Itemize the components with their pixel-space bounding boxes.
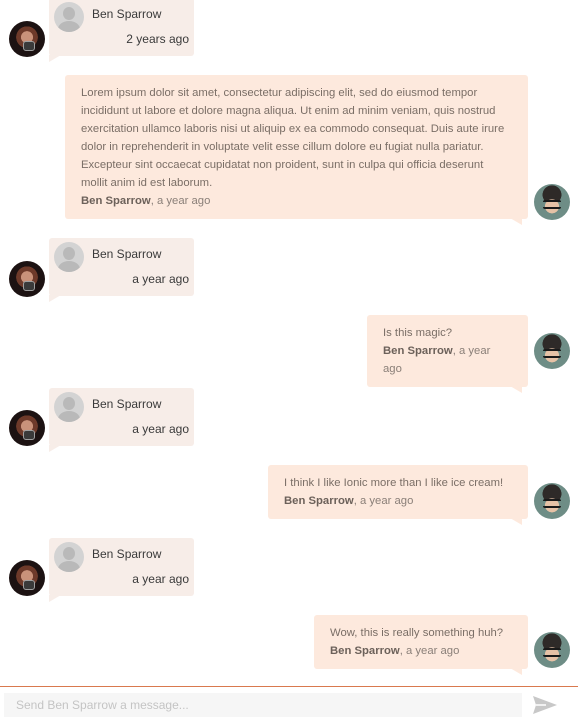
message-time: , a year ago xyxy=(399,645,460,657)
sender-name: Ben Sparrow xyxy=(92,547,162,561)
message-meta: Ben Sparrow, a year ago xyxy=(81,192,512,210)
send-button[interactable] xyxy=(530,693,560,717)
message-text: Is this magic? xyxy=(383,327,453,339)
message-composer xyxy=(0,686,578,720)
sender-name: Ben Sparrow xyxy=(92,397,162,411)
person-placeholder-icon xyxy=(54,542,84,572)
chat-screen: Ben Sparrow 2 years ago Lorem ipsum dolo… xyxy=(0,0,578,720)
person-placeholder-icon xyxy=(54,2,84,32)
received-bubble: Ben Sparrow a year ago xyxy=(49,388,194,452)
received-bubble: Ben Sparrow a year ago xyxy=(49,238,194,302)
received-bubble: Ben Sparrow 2 years ago xyxy=(49,0,194,62)
sent-bubble: Lorem ipsum dolor sit amet, consectetur … xyxy=(65,75,528,225)
sent-bubble: I think I like Ionic more than I like ic… xyxy=(268,465,528,525)
message-time: 2 years ago xyxy=(126,32,189,46)
received-bubble: Ben Sparrow a year ago xyxy=(49,538,194,602)
sender-name: Ben Sparrow xyxy=(383,345,453,357)
message-input[interactable] xyxy=(4,693,522,717)
message-time: a year ago xyxy=(132,572,189,586)
message-text: Lorem ipsum dolor sit amet, consectetur … xyxy=(81,87,505,189)
message-text: Wow, this is really something huh? xyxy=(330,627,504,639)
sender-name: Ben Sparrow xyxy=(92,7,162,21)
person-placeholder-icon xyxy=(54,392,84,422)
sender-name: Ben Sparrow xyxy=(330,645,400,657)
message-time: a year ago xyxy=(132,272,189,286)
user-avatar[interactable] xyxy=(534,184,570,220)
user-avatar[interactable] xyxy=(534,483,570,519)
contact-avatar[interactable] xyxy=(9,261,45,297)
contact-avatar[interactable] xyxy=(9,410,45,446)
message-meta: Ben Sparrow, a year ago xyxy=(330,642,512,660)
message-meta: Ben Sparrow, a year ago xyxy=(383,342,512,378)
send-icon xyxy=(533,696,557,714)
user-avatar[interactable] xyxy=(534,333,570,369)
person-placeholder-icon xyxy=(54,242,84,272)
message-text: I think I like Ionic more than I like ic… xyxy=(284,477,504,489)
message-time: a year ago xyxy=(132,422,189,436)
contact-avatar[interactable] xyxy=(9,560,45,596)
sender-name: Ben Sparrow xyxy=(284,495,354,507)
message-meta: Ben Sparrow, a year ago xyxy=(284,492,512,510)
sent-bubble: Wow, this is really something huh? Ben S… xyxy=(314,615,528,675)
contact-avatar[interactable] xyxy=(9,21,45,57)
user-avatar[interactable] xyxy=(534,632,570,668)
sender-name: Ben Sparrow xyxy=(81,195,151,207)
message-time: , a year ago xyxy=(353,495,414,507)
sender-name: Ben Sparrow xyxy=(92,247,162,261)
message-list[interactable]: Ben Sparrow 2 years ago Lorem ipsum dolo… xyxy=(0,0,578,686)
sent-bubble: Is this magic? Ben Sparrow, a year ago xyxy=(367,315,528,393)
message-time: , a year ago xyxy=(150,195,211,207)
